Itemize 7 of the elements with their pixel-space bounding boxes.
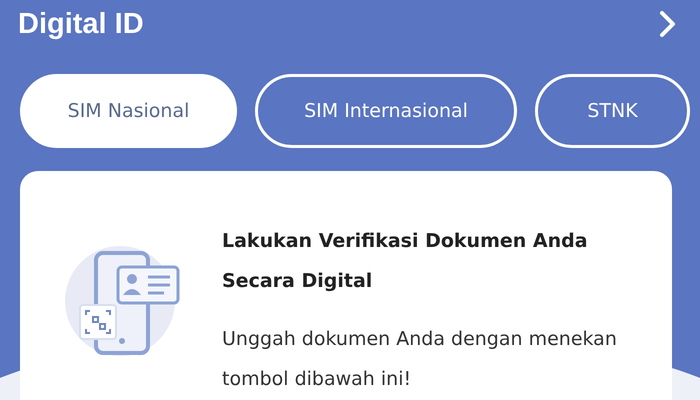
chevron-right-icon[interactable] [658, 10, 678, 38]
card-description: Unggah dokumen Anda dengan menekan tombol dibawah ini! [222, 327, 618, 392]
tab[interactable]: STNK [535, 74, 690, 148]
tab[interactable]: SIM Nasional [20, 74, 237, 148]
tab[interactable]: SIM Internasional [255, 74, 517, 148]
section-title: Digital ID [18, 8, 144, 40]
card-heading: Lakukan Verifikasi Dokumen Anda Secara Digital [222, 229, 589, 294]
